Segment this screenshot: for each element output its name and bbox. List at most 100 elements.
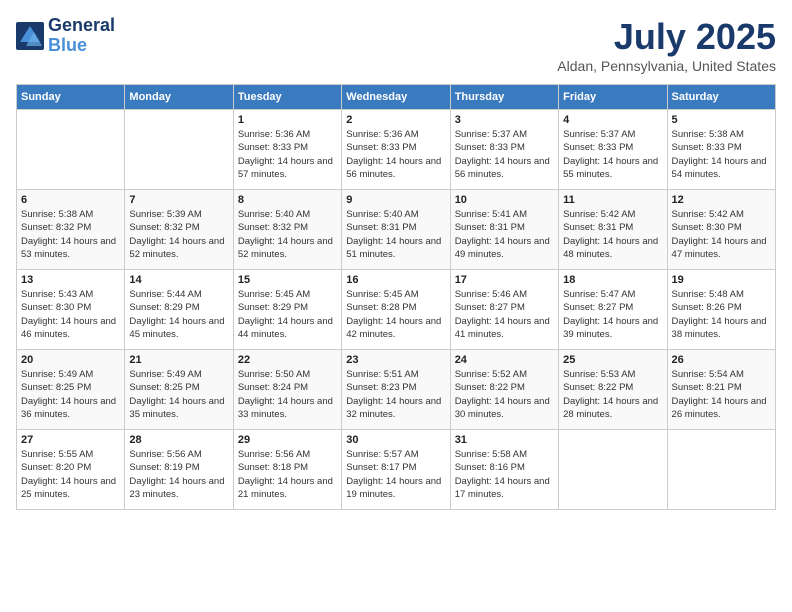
day-number: 22 [238,354,337,366]
day-number: 31 [455,434,554,446]
day-number: 29 [238,434,337,446]
day-info: Sunrise: 5:43 AM Sunset: 8:30 PM Dayligh… [21,288,120,341]
day-info: Sunrise: 5:45 AM Sunset: 8:28 PM Dayligh… [346,288,445,341]
day-number: 26 [672,354,771,366]
day-info: Sunrise: 5:41 AM Sunset: 8:31 PM Dayligh… [455,208,554,261]
day-number: 23 [346,354,445,366]
title-block: July 2025 Aldan, Pennsylvania, United St… [557,16,776,74]
calendar-cell: 30 Sunrise: 5:57 AM Sunset: 8:17 PM Dayli… [342,430,450,510]
logo-icon [16,22,44,50]
day-of-week-header: Friday [559,85,667,110]
calendar-cell: 11 Sunrise: 5:42 AM Sunset: 8:31 PM Dayli… [559,190,667,270]
calendar-cell [667,430,775,510]
day-info: Sunrise: 5:57 AM Sunset: 8:17 PM Dayligh… [346,448,445,501]
calendar-table: SundayMondayTuesdayWednesdayThursdayFrid… [16,84,776,510]
calendar-cell: 5 Sunrise: 5:38 AM Sunset: 8:33 PM Daylig… [667,110,775,190]
day-number: 8 [238,194,337,206]
day-number: 6 [21,194,120,206]
day-info: Sunrise: 5:58 AM Sunset: 8:16 PM Dayligh… [455,448,554,501]
calendar-cell: 16 Sunrise: 5:45 AM Sunset: 8:28 PM Dayli… [342,270,450,350]
calendar-week-row: 13Sunrise: 5:43 AM Sunset: 8:30 PM Dayli… [17,270,776,350]
calendar-cell: 15 Sunrise: 5:45 AM Sunset: 8:29 PM Dayli… [233,270,341,350]
day-info: Sunrise: 5:50 AM Sunset: 8:24 PM Dayligh… [238,368,337,421]
day-number: 16 [346,274,445,286]
calendar-header-row: SundayMondayTuesdayWednesdayThursdayFrid… [17,85,776,110]
day-number: 28 [129,434,228,446]
day-number: 15 [238,274,337,286]
day-info: Sunrise: 5:55 AM Sunset: 8:20 PM Dayligh… [21,448,120,501]
location-title: Aldan, Pennsylvania, United States [557,58,776,74]
calendar-cell: 9 Sunrise: 5:40 AM Sunset: 8:31 PM Daylig… [342,190,450,270]
day-number: 21 [129,354,228,366]
calendar-cell: 22 Sunrise: 5:50 AM Sunset: 8:24 PM Dayli… [233,350,341,430]
day-info: Sunrise: 5:37 AM Sunset: 8:33 PM Dayligh… [455,128,554,181]
day-info: Sunrise: 5:53 AM Sunset: 8:22 PM Dayligh… [563,368,662,421]
day-number: 20 [21,354,120,366]
calendar-cell [559,430,667,510]
calendar-week-row: 20 Sunrise: 5:49 AM Sunset: 8:25 PM Dayli… [17,350,776,430]
day-info: Sunrise: 5:54 AM Sunset: 8:21 PM Dayligh… [672,368,771,421]
calendar-cell: 7 Sunrise: 5:39 AM Sunset: 8:32 PM Daylig… [125,190,233,270]
day-info: Sunrise: 5:36 AM Sunset: 8:33 PM Dayligh… [238,128,337,181]
day-number: 11 [563,194,662,206]
calendar-cell: 13Sunrise: 5:43 AM Sunset: 8:30 PM Dayli… [17,270,125,350]
day-number: 25 [563,354,662,366]
day-info: Sunrise: 5:44 AM Sunset: 8:29 PM Dayligh… [129,288,228,341]
calendar-cell: 24 Sunrise: 5:52 AM Sunset: 8:22 PM Dayli… [450,350,558,430]
calendar-cell: 23 Sunrise: 5:51 AM Sunset: 8:23 PM Dayli… [342,350,450,430]
day-info: Sunrise: 5:46 AM Sunset: 8:27 PM Dayligh… [455,288,554,341]
day-info: Sunrise: 5:39 AM Sunset: 8:32 PM Dayligh… [129,208,228,261]
calendar-cell: 27 Sunrise: 5:55 AM Sunset: 8:20 PM Dayli… [17,430,125,510]
day-number: 24 [455,354,554,366]
calendar-week-row: 1 Sunrise: 5:36 AM Sunset: 8:33 PM Daylig… [17,110,776,190]
logo-line1: General [48,16,115,36]
day-number: 10 [455,194,554,206]
calendar-cell: 4Sunrise: 5:37 AM Sunset: 8:33 PM Daylig… [559,110,667,190]
day-info: Sunrise: 5:48 AM Sunset: 8:26 PM Dayligh… [672,288,771,341]
calendar-cell: 21 Sunrise: 5:49 AM Sunset: 8:25 PM Dayli… [125,350,233,430]
day-info: Sunrise: 5:45 AM Sunset: 8:29 PM Dayligh… [238,288,337,341]
calendar-cell: 25 Sunrise: 5:53 AM Sunset: 8:22 PM Dayli… [559,350,667,430]
day-of-week-header: Tuesday [233,85,341,110]
day-number: 17 [455,274,554,286]
calendar-cell: 14 Sunrise: 5:44 AM Sunset: 8:29 PM Dayli… [125,270,233,350]
day-info: Sunrise: 5:51 AM Sunset: 8:23 PM Dayligh… [346,368,445,421]
calendar-cell: 17 Sunrise: 5:46 AM Sunset: 8:27 PM Dayli… [450,270,558,350]
day-info: Sunrise: 5:52 AM Sunset: 8:22 PM Dayligh… [455,368,554,421]
day-info: Sunrise: 5:47 AM Sunset: 8:27 PM Dayligh… [563,288,662,341]
calendar-cell: 8 Sunrise: 5:40 AM Sunset: 8:32 PM Daylig… [233,190,341,270]
day-number: 2 [346,114,445,126]
calendar-cell: 26 Sunrise: 5:54 AM Sunset: 8:21 PM Dayli… [667,350,775,430]
calendar-cell: 18 Sunrise: 5:47 AM Sunset: 8:27 PM Dayli… [559,270,667,350]
day-info: Sunrise: 5:40 AM Sunset: 8:32 PM Dayligh… [238,208,337,261]
day-info: Sunrise: 5:49 AM Sunset: 8:25 PM Dayligh… [21,368,120,421]
day-number: 5 [672,114,771,126]
day-info: Sunrise: 5:56 AM Sunset: 8:18 PM Dayligh… [238,448,337,501]
logo-line2: Blue [48,36,115,56]
logo-text: General Blue [48,16,115,56]
day-number: 1 [238,114,337,126]
calendar-cell: 1 Sunrise: 5:36 AM Sunset: 8:33 PM Daylig… [233,110,341,190]
day-number: 3 [455,114,554,126]
day-number: 14 [129,274,228,286]
calendar-cell [17,110,125,190]
day-number: 9 [346,194,445,206]
day-info: Sunrise: 5:49 AM Sunset: 8:25 PM Dayligh… [129,368,228,421]
calendar-cell: 19 Sunrise: 5:48 AM Sunset: 8:26 PM Dayli… [667,270,775,350]
day-info: Sunrise: 5:38 AM Sunset: 8:33 PM Dayligh… [672,128,771,181]
calendar-cell: 28Sunrise: 5:56 AM Sunset: 8:19 PM Dayli… [125,430,233,510]
calendar-cell: 6Sunrise: 5:38 AM Sunset: 8:32 PM Daylig… [17,190,125,270]
day-number: 18 [563,274,662,286]
calendar-cell: 20 Sunrise: 5:49 AM Sunset: 8:25 PM Dayli… [17,350,125,430]
day-of-week-header: Wednesday [342,85,450,110]
day-info: Sunrise: 5:42 AM Sunset: 8:31 PM Dayligh… [563,208,662,261]
day-number: 19 [672,274,771,286]
calendar-cell: 12Sunrise: 5:42 AM Sunset: 8:30 PM Dayli… [667,190,775,270]
day-info: Sunrise: 5:40 AM Sunset: 8:31 PM Dayligh… [346,208,445,261]
day-number: 7 [129,194,228,206]
day-number: 27 [21,434,120,446]
calendar-cell: 31 Sunrise: 5:58 AM Sunset: 8:16 PM Dayli… [450,430,558,510]
calendar-week-row: 6Sunrise: 5:38 AM Sunset: 8:32 PM Daylig… [17,190,776,270]
calendar-cell [125,110,233,190]
day-number: 30 [346,434,445,446]
